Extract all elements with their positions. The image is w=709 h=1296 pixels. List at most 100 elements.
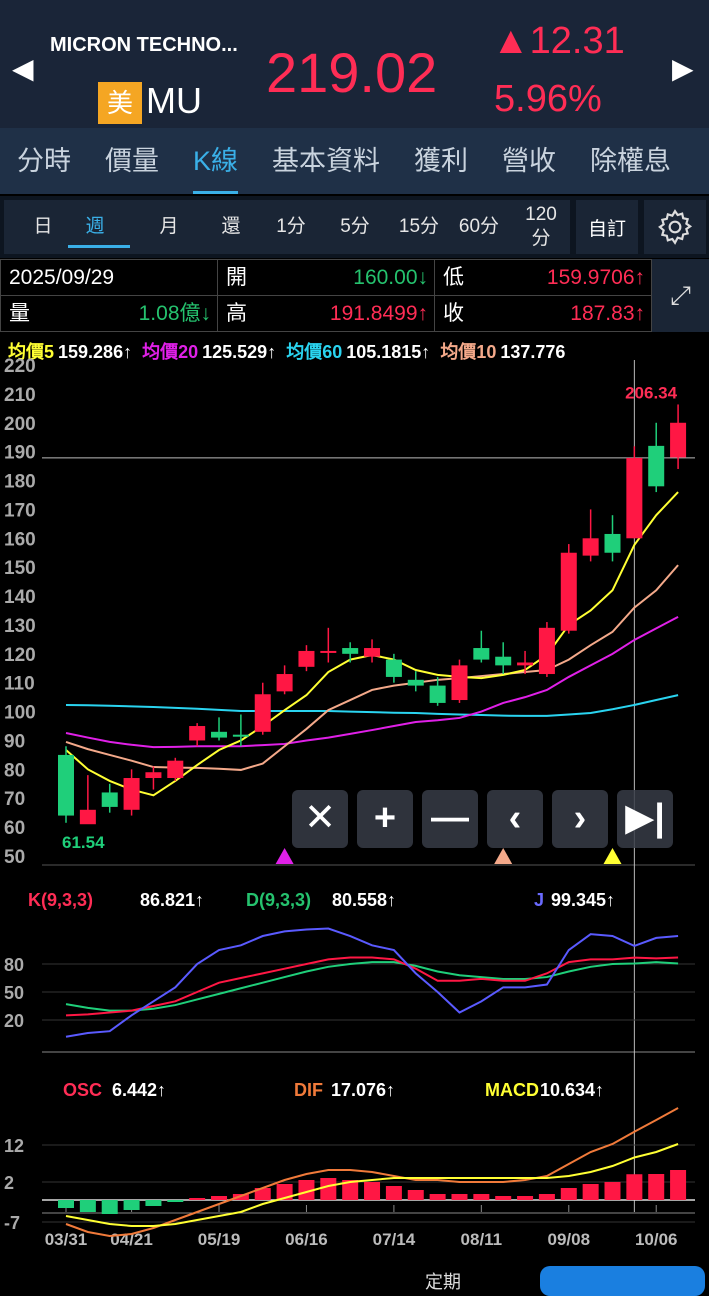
candle-body xyxy=(495,656,512,666)
j-label: J xyxy=(534,890,545,910)
osc-bar xyxy=(626,1174,643,1200)
osc-bar xyxy=(145,1200,162,1206)
price-axis-label: 80 xyxy=(4,760,25,781)
osc-bar xyxy=(604,1182,621,1200)
osc-bar xyxy=(364,1182,381,1200)
scroll-right-icon[interactable]: › xyxy=(552,790,608,848)
price-axis-label: 150 xyxy=(4,558,36,579)
osc-bar xyxy=(495,1196,512,1200)
osc-bar xyxy=(517,1196,534,1200)
price-axis-label: 140 xyxy=(4,587,36,608)
osc-bar xyxy=(648,1174,665,1200)
candle-body xyxy=(648,445,665,487)
d-label: D(9,3,3) xyxy=(246,890,312,910)
candle-body xyxy=(560,552,577,631)
min-price-label: 61.54 xyxy=(62,833,105,852)
dif-value: 17.076↑ xyxy=(331,1080,396,1100)
price-axis-label: 130 xyxy=(4,616,36,637)
candle-body xyxy=(320,650,337,653)
candle-body xyxy=(298,650,315,667)
ma60-line xyxy=(65,694,679,717)
j-line xyxy=(65,927,679,1038)
osc-bar xyxy=(429,1194,446,1200)
ma20-line xyxy=(65,615,679,749)
candle-body xyxy=(58,754,74,816)
macd-axis-label: -7 xyxy=(4,1213,20,1233)
candle-body xyxy=(101,792,118,807)
osc-value: 6.442↑ xyxy=(112,1080,167,1100)
osc-bar xyxy=(167,1200,184,1202)
candle-body xyxy=(473,648,490,660)
jump-latest-icon[interactable]: ▶| xyxy=(617,790,673,848)
k-label: K(9,3,3) xyxy=(28,890,94,910)
price-axis-label: 70 xyxy=(4,789,25,810)
candle-body xyxy=(232,734,249,737)
candle-body xyxy=(385,659,402,677)
date-axis-label: 08/11 xyxy=(461,1230,503,1249)
candle-body xyxy=(670,422,687,458)
price-axis-label: 120 xyxy=(4,645,36,666)
osc-bar xyxy=(407,1190,424,1200)
macd-axis-label: 2 xyxy=(4,1173,14,1193)
macd-value: 10.634↑ xyxy=(540,1080,605,1100)
candle-body xyxy=(145,772,162,779)
date-axis-label: 03/31 xyxy=(45,1230,88,1249)
date-axis-label: 05/19 xyxy=(198,1230,241,1249)
candle-body xyxy=(254,694,271,732)
price-axis-label: 60 xyxy=(4,818,25,839)
price-axis-label: 200 xyxy=(4,414,36,435)
macd-axis-label: 12 xyxy=(4,1136,24,1156)
bottom-nav-item[interactable]: 定期 xyxy=(425,1268,461,1294)
macd-label: MACD xyxy=(485,1080,539,1100)
kdj-axis-label: 20 xyxy=(4,1011,24,1031)
d-value: 80.558↑ xyxy=(332,890,397,910)
candle-body xyxy=(582,538,599,556)
scroll-left-icon[interactable]: ‹ xyxy=(487,790,543,848)
osc-bar xyxy=(560,1188,577,1200)
date-axis-label: 06/16 xyxy=(285,1230,328,1249)
osc-bar xyxy=(582,1184,599,1200)
max-price-label: 206.34 xyxy=(625,383,678,402)
price-axis-label: 210 xyxy=(4,385,36,406)
price-axis-label: 220 xyxy=(4,356,36,377)
osc-bar xyxy=(670,1170,687,1200)
signal-marker-icon xyxy=(494,848,513,864)
date-axis-label: 04/21 xyxy=(110,1230,153,1249)
candle-body xyxy=(517,662,534,666)
candle-body xyxy=(364,648,381,657)
candle-body xyxy=(429,685,446,703)
zoom-in-icon[interactable]: + xyxy=(357,790,413,848)
osc-bar xyxy=(123,1200,140,1210)
zoom-out-icon[interactable]: — xyxy=(422,790,478,848)
price-axis-label: 100 xyxy=(4,703,36,724)
osc-bar xyxy=(211,1196,228,1200)
candle-body xyxy=(167,760,184,779)
price-axis-label: 50 xyxy=(4,847,25,868)
osc-bar xyxy=(538,1194,555,1200)
candle-body xyxy=(451,665,468,701)
price-axis-label: 180 xyxy=(4,472,36,493)
j-value: 99.345↑ xyxy=(551,890,616,910)
price-axis-label: 160 xyxy=(4,529,36,550)
kdj-axis-label: 50 xyxy=(4,983,24,1003)
osc-bar xyxy=(101,1200,118,1214)
candle-body xyxy=(276,674,293,692)
candle-body xyxy=(79,809,96,825)
osc-bar xyxy=(189,1198,206,1200)
candle-body xyxy=(342,648,359,654)
dif-label: DIF xyxy=(294,1080,323,1100)
osc-label: OSC xyxy=(63,1080,103,1100)
close-icon[interactable]: ✕ xyxy=(292,790,348,848)
osc-bar xyxy=(58,1200,74,1208)
candle-body xyxy=(211,731,228,738)
candle-body xyxy=(189,726,206,741)
signal-marker-icon xyxy=(603,848,622,864)
price-axis-label: 110 xyxy=(4,674,35,695)
bottom-action-button[interactable] xyxy=(540,1266,705,1296)
candle-body xyxy=(407,679,424,686)
d-line xyxy=(65,961,679,1012)
candle-body xyxy=(604,533,621,553)
candle-body xyxy=(626,457,643,539)
date-axis-label: 10/06 xyxy=(635,1230,678,1249)
signal-marker-icon xyxy=(275,848,294,864)
